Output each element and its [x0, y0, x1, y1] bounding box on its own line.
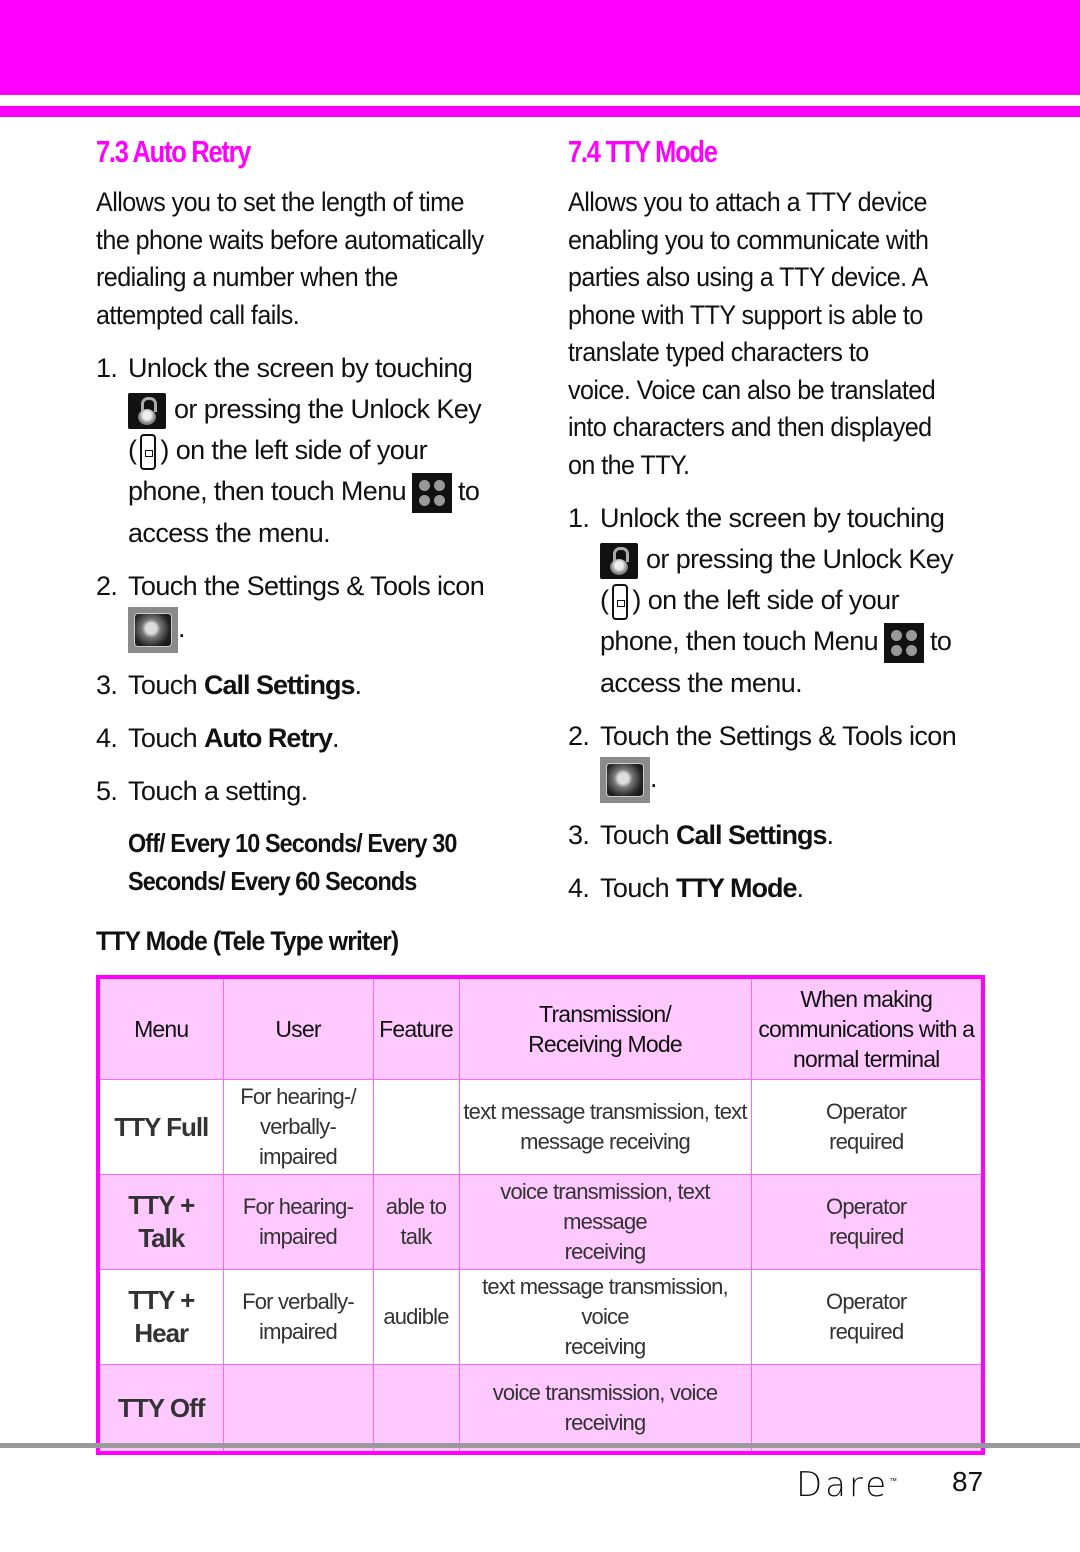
normal-cell: Operator required — [750, 1174, 984, 1270]
step-2: 2. Touch the Settings & Tools icon . — [568, 716, 988, 803]
header-user: User — [222, 976, 374, 1080]
brand-logo: Dare™ — [796, 1465, 898, 1505]
lock-icon — [600, 542, 638, 579]
feature-cell — [372, 1079, 460, 1175]
table-row: TTY Full For hearing-/verbally-impaired … — [97, 1079, 984, 1175]
table-row: TTY Off voice transmission, voice receiv… — [97, 1364, 984, 1454]
header-menu: Menu — [97, 976, 224, 1080]
table-header-row: Menu User Feature Transmission/Receiving… — [97, 976, 984, 1080]
footer-rule — [0, 1443, 1080, 1448]
table-row: TTY + Hear For verbally-impaired audible … — [97, 1269, 984, 1365]
menu-cell: TTY Off — [97, 1364, 224, 1454]
intro-paragraph: Allows you to set the length of time the… — [96, 187, 484, 330]
mode-cell: voice transmission, text message receivin… — [458, 1174, 752, 1270]
menu-cell: TTY + Talk — [97, 1174, 224, 1270]
menu-cell: TTY + Hear — [97, 1269, 224, 1365]
header-rule — [0, 106, 1080, 117]
settings-tools-icon — [600, 756, 650, 803]
section-title: 7.4 TTY Mode — [568, 134, 718, 169]
step-2: 2. Touch the Settings & Tools icon . — [96, 566, 516, 653]
user-cell — [222, 1364, 374, 1454]
header-feature: Feature — [372, 976, 460, 1080]
section-tty-mode: 7.4 TTY Mode Allows you to attach a TTY … — [568, 130, 988, 921]
header-band — [0, 0, 1080, 95]
user-cell: For hearing-/verbally-impaired — [222, 1079, 374, 1175]
intro-paragraph: Allows you to attach a TTY device enabli… — [568, 187, 936, 480]
settings-tools-icon — [128, 606, 178, 653]
page-number: 87 — [952, 1466, 984, 1497]
user-cell: For hearing-impaired — [222, 1174, 374, 1270]
header-normal-terminal: When making communications with a normal t… — [750, 976, 984, 1080]
normal-cell: Operator required — [750, 1079, 984, 1175]
normal-cell: Operator required — [750, 1269, 984, 1365]
mode-cell: voice transmission, voice receiving — [458, 1364, 752, 1454]
section-title: 7.3 Auto Retry — [96, 134, 251, 169]
feature-cell: able to talk — [372, 1174, 460, 1270]
lock-icon — [128, 392, 166, 429]
menu-icon — [884, 622, 925, 663]
step-3: 3. Touch Call Settings. — [96, 669, 362, 700]
normal-cell — [750, 1364, 984, 1454]
step-5: 5. Touch a setting. — [96, 775, 308, 806]
mode-cell: text message transmission, voice receivin… — [458, 1269, 752, 1365]
mode-cell: text message transmission, text message r… — [458, 1079, 752, 1175]
unlock-key-icon — [612, 583, 629, 620]
user-cell: For verbally-impaired — [222, 1269, 374, 1365]
step-3: 3. Touch Call Settings. — [568, 819, 834, 850]
table-row: TTY + Talk For hearing-impaired able to ta… — [97, 1174, 984, 1270]
header-mode: Transmission/Receiving Mode — [458, 976, 752, 1080]
section-auto-retry: 7.3 Auto Retry Allows you to set the len… — [96, 130, 516, 900]
unlock-key-icon — [140, 433, 157, 470]
feature-cell: audible — [372, 1269, 460, 1365]
menu-cell: TTY Full — [97, 1079, 224, 1175]
step-1: 1. Unlock the screen by touching or pres… — [568, 503, 954, 698]
feature-cell — [372, 1364, 460, 1454]
menu-icon — [412, 472, 453, 513]
table-heading: TTY Mode (Tele Type writer) — [96, 926, 399, 956]
step-4: 4. Touch TTY Mode. — [568, 872, 804, 903]
retry-options: Off/ Every 10 Seconds/ Every 30 Seconds/… — [128, 827, 457, 896]
step-1: 1. Unlock the screen by touching or pres… — [96, 353, 482, 548]
step-4: 4. Touch Auto Retry. — [96, 722, 339, 753]
tty-mode-table: Menu User Feature Transmission/Receiving… — [96, 975, 985, 1455]
